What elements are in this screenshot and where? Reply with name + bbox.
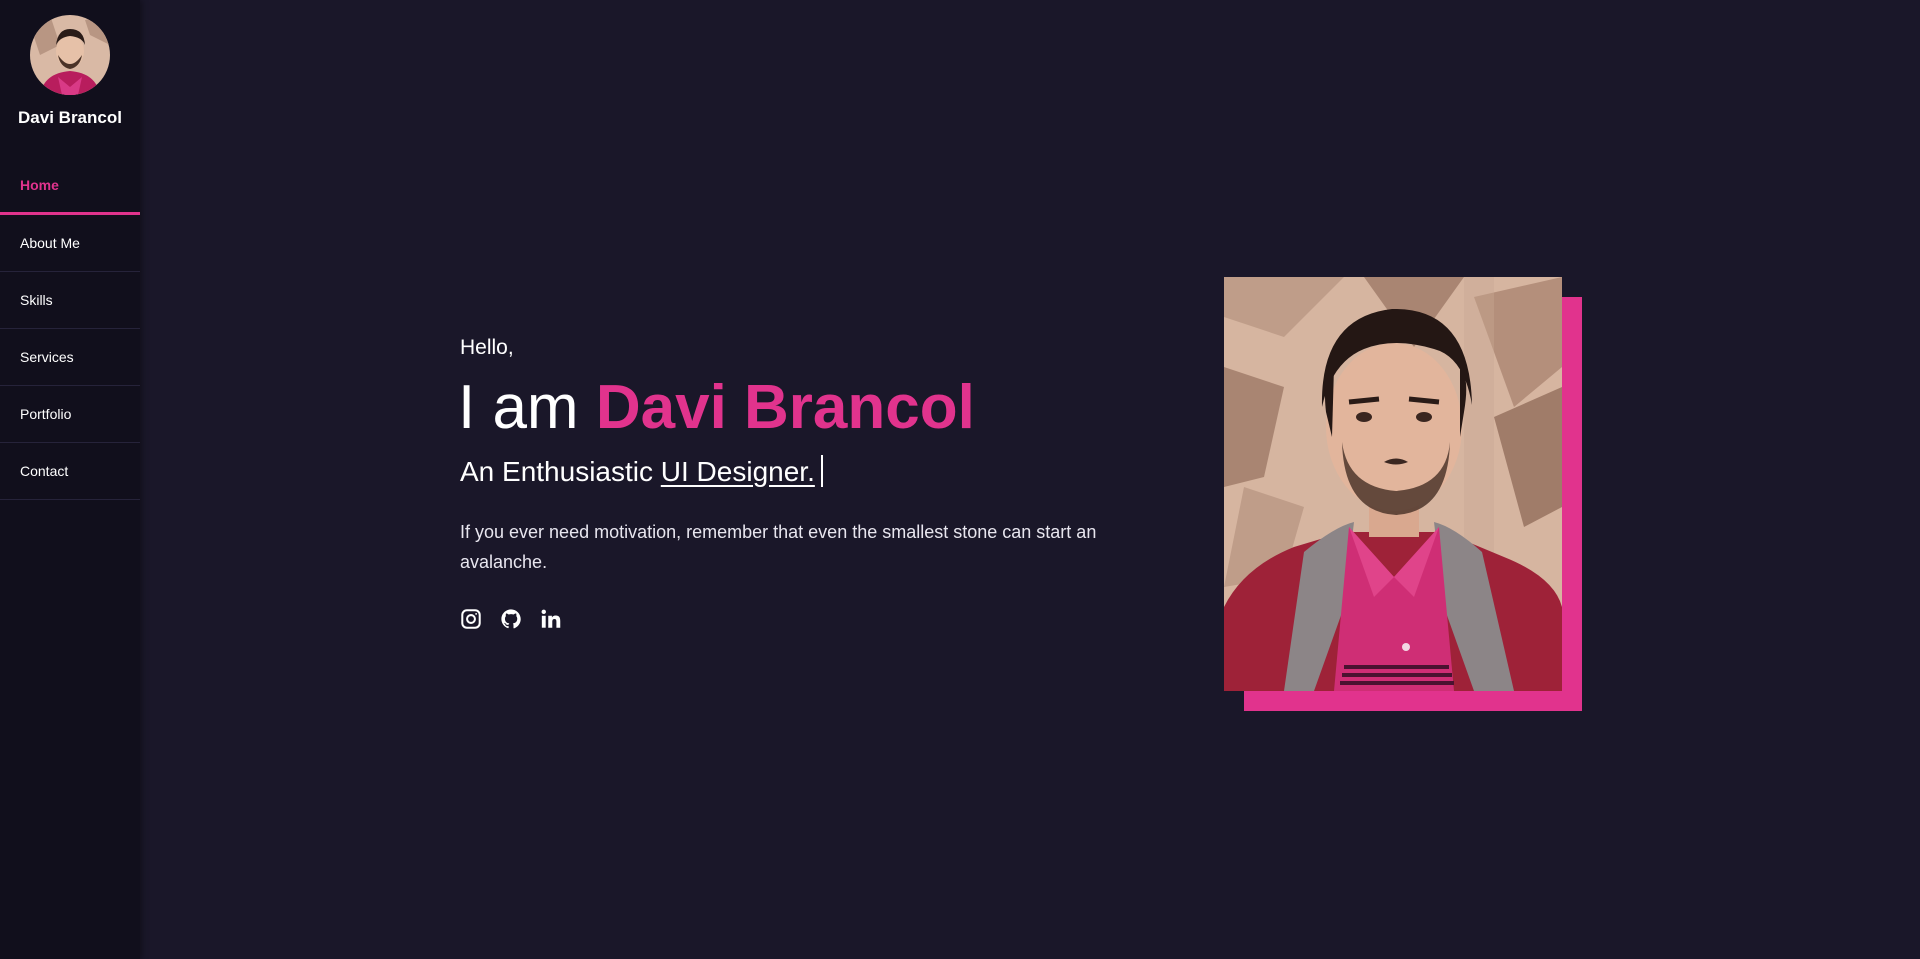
typing-cursor <box>820 455 823 487</box>
hero-intro: I am <box>458 373 579 442</box>
hero-name: Davi Brancol <box>595 373 975 442</box>
hero-greeting: Hello, <box>460 336 514 359</box>
instagram-icon[interactable] <box>460 608 482 630</box>
sidebar: Davi Brancol Home About Me Skills Servic… <box>0 0 140 959</box>
hero-subtitle: An Enthusiastic UI Designer. <box>460 455 823 489</box>
hero-role: UI Designer. <box>660 456 815 487</box>
hero-headline: I am Davi Brancol <box>458 373 975 443</box>
social-links <box>460 608 562 630</box>
profile-photo <box>1224 277 1562 691</box>
sidebar-item-home[interactable]: Home <box>0 158 140 215</box>
sidebar-nav: Home About Me Skills Services Portfolio … <box>0 158 140 500</box>
hero-quote: If you ever need motivation, remember th… <box>460 522 1097 572</box>
linkedin-icon[interactable] <box>540 608 562 630</box>
brand-name: Davi Brancol <box>18 108 122 127</box>
sidebar-item-portfolio[interactable]: Portfolio <box>0 386 140 443</box>
sidebar-item-services[interactable]: Services <box>0 329 140 386</box>
sidebar-item-contact[interactable]: Contact <box>0 443 140 500</box>
sidebar-item-about-me[interactable]: About Me <box>0 215 140 272</box>
hero-subtitle-prefix: An Enthusiastic <box>460 456 653 487</box>
github-icon[interactable] <box>500 608 522 630</box>
sidebar-item-skills[interactable]: Skills <box>0 272 140 329</box>
portfolio-page: Davi Brancol Home About Me Skills Servic… <box>0 0 1920 959</box>
avatar[interactable] <box>30 15 110 95</box>
